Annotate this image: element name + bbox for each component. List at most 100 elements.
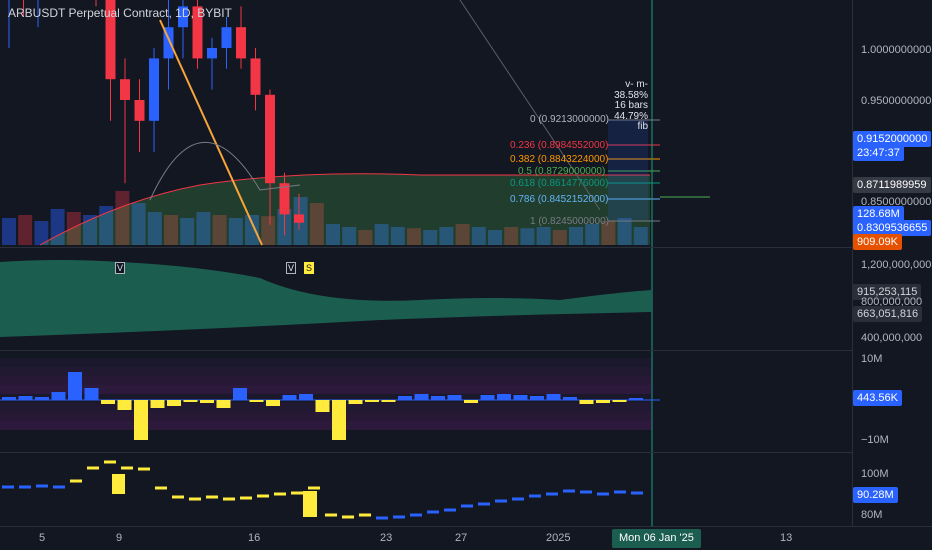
candle-body (149, 58, 159, 121)
fib-level-0236: 0.236 (0.8984552000) (510, 140, 609, 151)
time-tick: 27 (455, 532, 468, 544)
delta-bar (398, 396, 412, 400)
delta-bar (299, 394, 313, 400)
volume-profile-mark (376, 516, 388, 520)
delta-band (0, 376, 652, 385)
time-tick: 13 (780, 532, 793, 544)
time-tick: 2025 (546, 532, 571, 544)
delta-band (0, 421, 652, 430)
volume-profile-mark (325, 513, 337, 517)
price-tick: 1.0000000000 (861, 44, 932, 56)
delta-bar (431, 396, 445, 400)
time-tick: 23 (380, 532, 393, 544)
volume-profile-mark (342, 515, 354, 519)
volume-profile-mark (138, 467, 150, 471)
measure-info-box: v- m- 38.58% 16 bars 44.79% fib (606, 79, 648, 133)
delta-bar (183, 400, 198, 402)
oscillator-area (0, 260, 652, 337)
fib-level-0382: 0.382 (0.8843224000) (510, 154, 609, 165)
measure-line: v- m- (625, 79, 648, 90)
volume-profile-mark (121, 466, 133, 470)
delta-band (0, 412, 652, 421)
oscillator-tag-b: 663,051,816 (853, 306, 923, 322)
volume-profile-mark (495, 499, 507, 503)
price-axis[interactable]: 1.0000000000 0.9500000000 0.8500000000 0… (852, 0, 932, 526)
volume-pane-tag: 90.28M (853, 487, 898, 503)
volume-profile-mark (529, 494, 541, 498)
fib-level-05: 0.5 (0.8729000000) (518, 166, 606, 177)
volume-bar (18, 215, 33, 245)
volume-profile-mark (223, 497, 235, 501)
volume-profile-block (112, 474, 125, 494)
candle-body (221, 27, 232, 48)
countdown-tag: 23:47:37 (853, 145, 904, 161)
chart-canvas[interactable] (0, 0, 852, 526)
volume-profile-mark (461, 504, 473, 508)
price-tick: 0.9500000000 (861, 95, 932, 107)
delta-bar (546, 394, 561, 400)
volume-bar (2, 218, 16, 245)
pane-separator[interactable] (0, 247, 852, 248)
delta-bar (629, 398, 643, 400)
chart-root[interactable]: ARBUSDT Perpetual Contract, 1D, BYBIT 0 … (0, 0, 932, 550)
symbol-title[interactable]: ARBUSDT Perpetual Contract, 1D, BYBIT (8, 6, 232, 20)
volume-profile-mark (155, 486, 167, 490)
volume-profile-mark (563, 489, 575, 493)
volume-profile-mark (393, 515, 405, 519)
delta-bar (282, 395, 297, 400)
time-tick: 9 (116, 532, 123, 544)
delta-bar (134, 400, 148, 440)
delta-bar (348, 400, 363, 404)
volume-profile-mark (614, 490, 626, 494)
time-axis[interactable]: 5 9 16 23 27 2025 13 Mon 06 Jan '25 (0, 526, 932, 550)
fib-zone (608, 120, 648, 220)
volume-profile-mark (206, 495, 218, 499)
volume-profile-mark (410, 513, 422, 517)
delta-bar (612, 400, 627, 402)
time-tick: 5 (39, 532, 46, 544)
volume-profile-mark (19, 485, 31, 489)
candle-body (236, 27, 246, 59)
delta-bar (596, 400, 610, 403)
delta-bar (266, 400, 280, 406)
time-tick: 16 (248, 532, 261, 544)
time-cursor-label: Mon 06 Jan '25 (612, 529, 701, 548)
delta-bar (167, 400, 181, 406)
delta-band (0, 367, 652, 376)
fib-level-1: 1 (0.8245000000) (530, 216, 609, 227)
pane-separator[interactable] (0, 350, 852, 351)
volume-profile-mark (444, 508, 456, 512)
delta-bar (513, 395, 528, 400)
delta-bar (447, 395, 462, 400)
measure-line: 16 bars (614, 100, 648, 111)
fib-level-0786: 0.786 (0.8452152000) (510, 194, 609, 205)
pane-separator[interactable] (0, 452, 852, 453)
volume-profile-mark (478, 502, 490, 506)
volume-profile-mark (36, 484, 48, 488)
volume-profile-mark (189, 497, 201, 501)
volume-tick: 80M (861, 509, 883, 521)
candle-body (294, 214, 304, 223)
signal-marker[interactable]: V (286, 262, 296, 274)
oscillator-tick: 1,200,000,000 (861, 259, 932, 271)
delta-bar (200, 400, 214, 403)
delta-bar (381, 400, 396, 402)
volume-profile-mark (240, 496, 252, 500)
measure-line: 44.79% fib (614, 110, 648, 132)
volume-profile-mark (512, 497, 524, 501)
volume-profile-block (303, 491, 317, 517)
delta-tick: 10M (861, 353, 883, 365)
ma-value-tag: 0.8711989959 (853, 177, 931, 193)
volume-profile-mark (427, 510, 439, 514)
delta-bar (35, 397, 49, 400)
volume-tick: 100M (861, 468, 889, 480)
volume-profile-mark (53, 485, 65, 489)
delta-tag: 443.56K (853, 390, 902, 406)
signal-marker[interactable]: S (304, 262, 314, 274)
volume-profile-mark (87, 466, 99, 470)
delta-bar (233, 388, 247, 400)
volume-profile-mark (359, 513, 371, 517)
candle-body (134, 100, 145, 121)
volume-profile-mark (546, 492, 558, 496)
signal-marker[interactable]: V (115, 262, 125, 274)
